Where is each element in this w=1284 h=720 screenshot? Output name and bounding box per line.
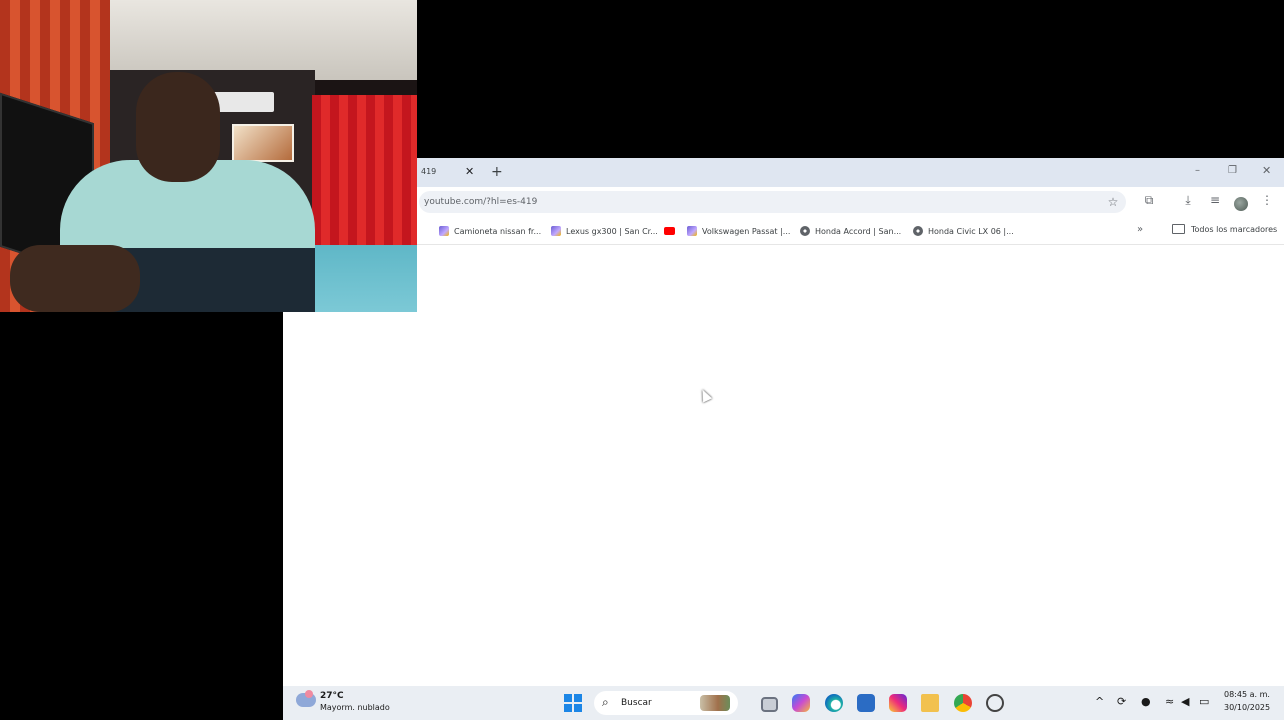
edge-icon[interactable] bbox=[825, 694, 843, 712]
youtube-icon bbox=[664, 227, 675, 235]
task-view-icon[interactable] bbox=[761, 697, 778, 712]
clock-time[interactable]: 08:45 a. m. bbox=[1224, 690, 1270, 699]
browser-window: 419 ✕ + – ❐ ✕ youtube.com/?hl=es-419 ☆ ⧉… bbox=[417, 158, 1284, 245]
search-icon: ⌕ bbox=[602, 695, 609, 709]
bookmark-favicon-icon bbox=[439, 226, 449, 236]
chrome-icon[interactable] bbox=[954, 694, 972, 712]
chevron-up-icon[interactable]: ^ bbox=[1095, 694, 1104, 710]
store-icon[interactable] bbox=[857, 694, 875, 712]
browser-toolbar: youtube.com/?hl=es-419 ☆ ⧉ ⤓ ≡ ⋮ bbox=[417, 187, 1284, 217]
bookmark-item[interactable]: Camioneta nissan fr... bbox=[439, 224, 541, 238]
person-head bbox=[136, 72, 220, 182]
tab-strip: 419 ✕ + – ❐ ✕ bbox=[417, 158, 1284, 187]
tab-title: 419 bbox=[421, 167, 437, 176]
globe-icon bbox=[800, 226, 810, 236]
right-curtain bbox=[312, 95, 417, 250]
bookmark-label: Volkswagen Passat |... bbox=[702, 226, 791, 236]
bookmark-label: Honda Accord | San... bbox=[815, 226, 902, 236]
instagram-icon[interactable] bbox=[889, 694, 907, 712]
bookmark-item[interactable]: Volkswagen Passat |... bbox=[687, 224, 790, 238]
weather-temperature[interactable]: 27°C bbox=[320, 691, 344, 701]
globe-icon bbox=[913, 226, 923, 236]
bookmark-item[interactable]: Honda Civic LX 06 |... bbox=[913, 224, 1014, 238]
folder-icon bbox=[1172, 224, 1185, 234]
sync-icon[interactable]: ⟳ bbox=[1117, 694, 1126, 710]
address-bar[interactable]: youtube.com/?hl=es-419 ☆ bbox=[419, 191, 1126, 213]
app-icon[interactable] bbox=[986, 694, 1004, 712]
bookmarks-bar: Camioneta nissan fr... Lexus gx300 | San… bbox=[417, 217, 1284, 245]
bookmark-item[interactable] bbox=[664, 224, 680, 238]
person-arm bbox=[10, 245, 140, 312]
bookmark-label: Camioneta nissan fr... bbox=[454, 226, 542, 236]
media-icon[interactable]: ≡ bbox=[1207, 193, 1223, 207]
maximize-button[interactable]: ❐ bbox=[1228, 165, 1237, 177]
bookmark-item[interactable]: Honda Accord | San... bbox=[800, 224, 901, 238]
battery-icon[interactable]: ▭ bbox=[1199, 694, 1209, 710]
webcam-overlay bbox=[0, 0, 417, 312]
download-icon[interactable]: ⤓ bbox=[1180, 193, 1196, 207]
taskbar: 27°C Mayorm. nublado ⌕ Buscar ^ ⟳ ● ≈ ◀ … bbox=[283, 686, 1284, 720]
window-close-button[interactable]: ✕ bbox=[1262, 165, 1271, 177]
wifi-icon[interactable]: ≈ bbox=[1165, 694, 1174, 710]
ceiling bbox=[80, 0, 417, 80]
profile-avatar[interactable] bbox=[1234, 197, 1248, 211]
search-highlight-icon bbox=[700, 695, 730, 711]
air-conditioner bbox=[212, 92, 274, 112]
tab-close-icon[interactable]: ✕ bbox=[465, 166, 474, 178]
bookmark-favicon-icon bbox=[687, 226, 697, 236]
extensions-icon[interactable]: ⧉ bbox=[1141, 193, 1157, 207]
copilot-icon[interactable] bbox=[792, 694, 810, 712]
all-bookmarks-label: Todos los marcadores bbox=[1191, 224, 1278, 234]
wall-picture bbox=[232, 124, 294, 162]
weather-description[interactable]: Mayorm. nublado bbox=[320, 703, 390, 712]
volume-icon[interactable]: ◀ bbox=[1181, 694, 1189, 710]
bookmark-label: Honda Civic LX 06 |... bbox=[928, 226, 1014, 236]
file-explorer-icon[interactable] bbox=[921, 694, 939, 712]
all-bookmarks-folder[interactable]: Todos los marcadores bbox=[1172, 224, 1277, 234]
address-bar-url: youtube.com/?hl=es-419 bbox=[424, 197, 538, 207]
windows-start-button[interactable] bbox=[564, 694, 582, 712]
taskbar-search[interactable]: ⌕ Buscar bbox=[594, 691, 738, 715]
search-label: Buscar bbox=[621, 698, 652, 708]
clock-date[interactable]: 30/10/2025 bbox=[1224, 703, 1270, 712]
new-tab-button[interactable]: + bbox=[491, 164, 503, 180]
bookmark-item[interactable]: Lexus gx300 | San Cr... bbox=[551, 224, 658, 238]
bookmarks-overflow-button[interactable]: » bbox=[1137, 224, 1143, 235]
microphone-icon[interactable]: ● bbox=[1141, 694, 1151, 710]
browser-tab[interactable]: 419 ✕ bbox=[417, 158, 483, 187]
star-icon[interactable]: ☆ bbox=[1105, 195, 1121, 209]
menu-icon[interactable]: ⋮ bbox=[1259, 193, 1275, 207]
weather-alert-icon bbox=[305, 690, 313, 698]
browser-page-content[interactable] bbox=[283, 243, 1284, 686]
bookmark-favicon-icon bbox=[551, 226, 561, 236]
minimize-button[interactable]: – bbox=[1195, 165, 1200, 177]
bookmark-label: Lexus gx300 | San Cr... bbox=[566, 226, 658, 236]
